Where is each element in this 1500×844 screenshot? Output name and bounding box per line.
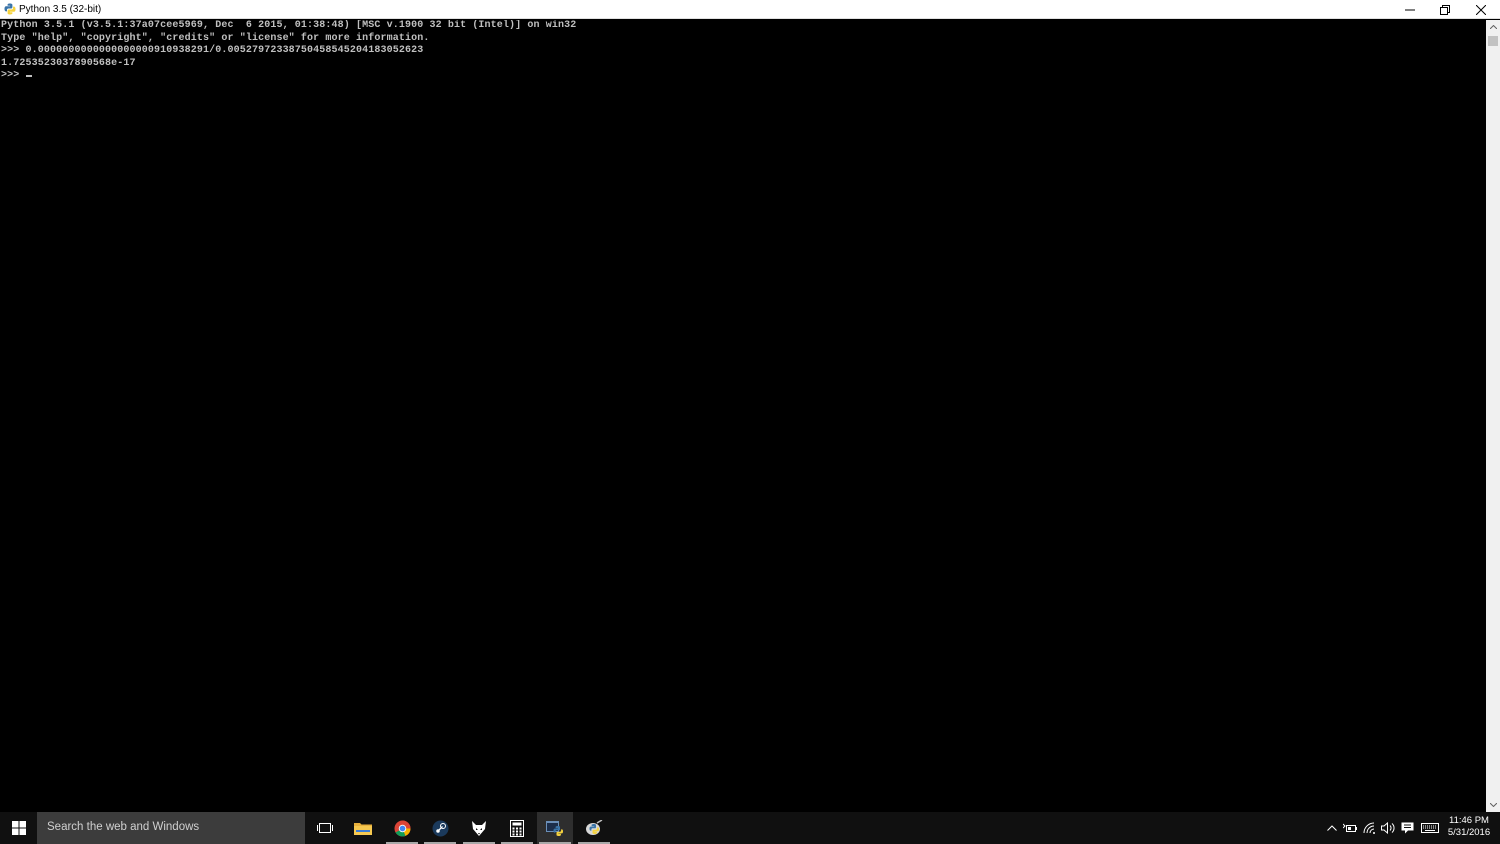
vertical-scrollbar[interactable] bbox=[1486, 20, 1500, 812]
text-cursor bbox=[26, 75, 33, 77]
taskbar-fox-app[interactable] bbox=[461, 812, 497, 844]
folder-icon bbox=[354, 823, 372, 835]
taskbar-idle[interactable] bbox=[576, 812, 612, 844]
task-view-icon bbox=[317, 823, 333, 833]
speaker-icon bbox=[1381, 822, 1395, 834]
clock[interactable]: 11:46 PM 5/31/2016 bbox=[1444, 815, 1494, 839]
search-placeholder: Search the web and Windows bbox=[47, 821, 200, 833]
windows-logo-icon bbox=[11, 821, 26, 835]
console-prompt-line[interactable]: >>> bbox=[1, 70, 1485, 83]
minimize-button[interactable] bbox=[1392, 0, 1428, 19]
taskbar: Search the web and Windows 11:46 PM 5/31… bbox=[0, 812, 1500, 844]
volume-button[interactable] bbox=[1381, 821, 1395, 835]
task-view-button[interactable] bbox=[307, 812, 343, 844]
prompt: >>> bbox=[1, 70, 26, 81]
console-line: >>> 0.0000000000000000000910938291/0.005… bbox=[1, 45, 424, 56]
fox-icon bbox=[472, 820, 486, 836]
calculator-icon bbox=[510, 819, 524, 837]
taskbar-calculator[interactable] bbox=[499, 812, 535, 844]
clock-time: 11:46 PM bbox=[1449, 815, 1489, 826]
search-box[interactable]: Search the web and Windows bbox=[37, 812, 305, 844]
clock-date: 5/31/2016 bbox=[1447, 827, 1491, 838]
arrow-up-icon bbox=[1489, 25, 1497, 29]
show-hidden-icons-button[interactable] bbox=[1325, 821, 1339, 835]
console-output[interactable]: Python 3.5.1 (v3.5.1:37a07cee5969, Dec 6… bbox=[1, 20, 1485, 812]
network-button[interactable] bbox=[1363, 821, 1377, 835]
title-bar[interactable]: Python 3.5 (32-bit) bbox=[0, 0, 1500, 19]
wifi-icon bbox=[1363, 822, 1375, 834]
window-title: Python 3.5 (32-bit) bbox=[19, 4, 102, 15]
python-console-window: Python 3.5 (32-bit) Python 3.5.1 (v3.5.1… bbox=[0, 0, 1500, 812]
chevron-up-icon bbox=[1327, 825, 1337, 831]
steam-icon bbox=[432, 820, 448, 836]
console-line: 1.7253523037890568e-17 bbox=[1, 57, 136, 69]
minimize-icon bbox=[1405, 9, 1415, 10]
taskbar-file-explorer[interactable] bbox=[345, 812, 381, 844]
taskbar-steam[interactable] bbox=[422, 812, 458, 844]
keyboard-icon bbox=[1421, 823, 1439, 833]
console-line: Python 3.5.1 (v3.5.1:37a07cee5969, Dec 6… bbox=[1, 20, 577, 31]
arrow-down-icon bbox=[1489, 803, 1497, 807]
python-icon bbox=[546, 821, 563, 836]
close-button[interactable] bbox=[1463, 0, 1499, 19]
taskbar-python[interactable] bbox=[537, 812, 573, 844]
close-icon bbox=[1476, 4, 1486, 15]
action-center-button[interactable] bbox=[1400, 821, 1414, 835]
touch-keyboard-button[interactable] bbox=[1420, 821, 1440, 835]
restore-icon bbox=[1440, 4, 1450, 15]
notification-icon bbox=[1401, 822, 1413, 834]
scroll-down-button[interactable] bbox=[1486, 798, 1500, 812]
python-icon bbox=[4, 3, 16, 15]
start-button[interactable] bbox=[0, 812, 37, 844]
scroll-up-button[interactable] bbox=[1486, 20, 1500, 34]
taskbar-chrome[interactable] bbox=[384, 812, 420, 844]
restore-button[interactable] bbox=[1427, 0, 1463, 19]
battery-icon bbox=[1343, 823, 1357, 832]
battery-button[interactable] bbox=[1343, 821, 1357, 835]
idle-icon bbox=[586, 819, 603, 835]
scroll-thumb[interactable] bbox=[1488, 36, 1498, 46]
console-line: Type "help", "copyright", "credits" or "… bbox=[1, 32, 430, 44]
chrome-icon bbox=[394, 820, 410, 836]
